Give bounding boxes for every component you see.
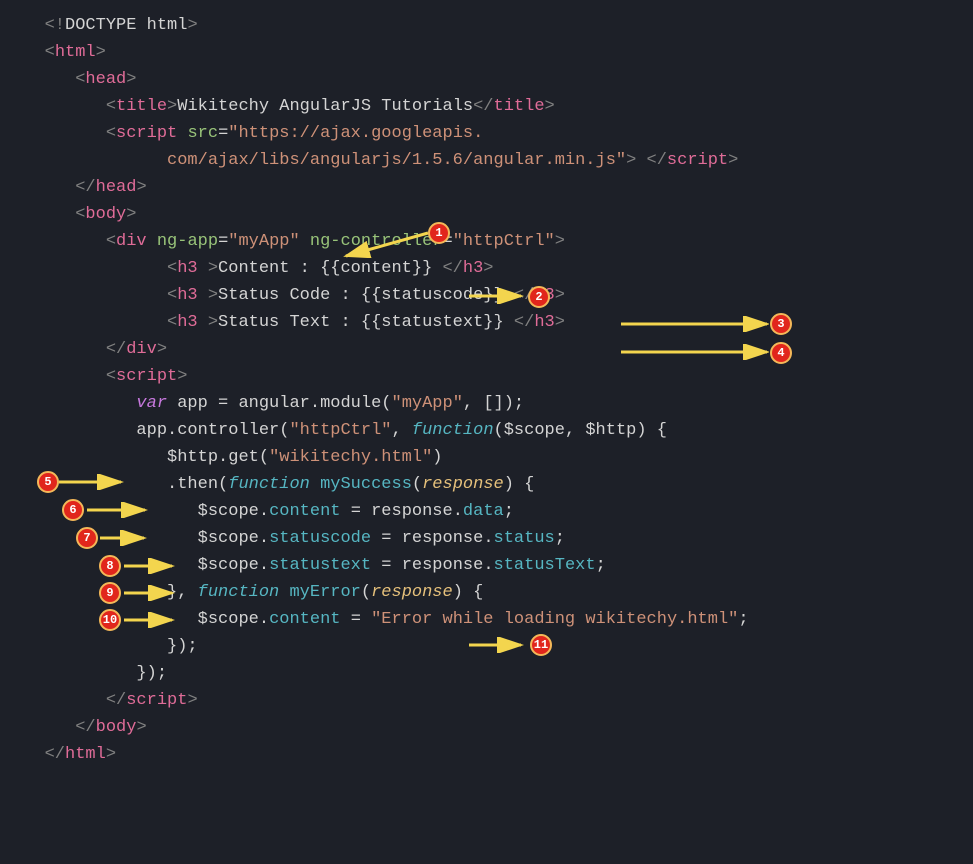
line: </div>: [14, 340, 167, 359]
code-block: <!DOCTYPE html> <html> <head> <title>Wik…: [14, 12, 959, 768]
line: $scope.content = "Error while loading wi…: [14, 610, 749, 629]
line: <!DOCTYPE html>: [14, 16, 198, 35]
line: <script src="https://ajax.googleapis.: [14, 124, 483, 143]
line: .then(function mySuccess(response) {: [14, 475, 534, 494]
annotation-badge-5: 5: [37, 471, 59, 493]
line: </head>: [14, 178, 147, 197]
line: });: [14, 637, 198, 656]
annotation-badge-1: 1: [428, 222, 450, 244]
annotation-badge-2: 2: [528, 286, 550, 308]
line: <title>Wikitechy AngularJS Tutorials</ti…: [14, 97, 555, 116]
line: </script>: [14, 691, 198, 710]
line: <h3 >Status Text : {{statustext}} </h3>: [14, 313, 565, 332]
line: <h3 >Content : {{content}} </h3>: [14, 259, 494, 278]
line: </html>: [14, 745, 116, 764]
line: <script>: [14, 367, 187, 386]
line: app.controller("httpCtrl", function($sco…: [14, 421, 667, 440]
line: $http.get("wikitechy.html"): [14, 448, 443, 467]
line: <html>: [14, 43, 106, 62]
annotation-badge-6: 6: [62, 499, 84, 521]
line: <body>: [14, 205, 136, 224]
annotation-badge-11: 11: [530, 634, 552, 656]
annotation-badge-9: 9: [99, 582, 121, 604]
line: $scope.content = response.data;: [14, 502, 514, 521]
annotation-badge-4: 4: [770, 342, 792, 364]
line: <div ng-app="myApp" ng-controller="httpC…: [14, 232, 565, 251]
line: }, function myError(response) {: [14, 583, 483, 602]
line: var app = angular.module("myApp", []);: [14, 394, 524, 413]
annotation-badge-3: 3: [770, 313, 792, 335]
line: com/ajax/libs/angularjs/1.5.6/angular.mi…: [14, 151, 738, 170]
line: <h3 >Status Code : {{statuscode}} </h3>: [14, 286, 565, 305]
line: <head>: [14, 70, 136, 89]
annotation-badge-8: 8: [99, 555, 121, 577]
annotation-badge-10: 10: [99, 609, 121, 631]
annotation-badge-7: 7: [76, 527, 98, 549]
line: });: [14, 664, 167, 683]
line: </body>: [14, 718, 147, 737]
